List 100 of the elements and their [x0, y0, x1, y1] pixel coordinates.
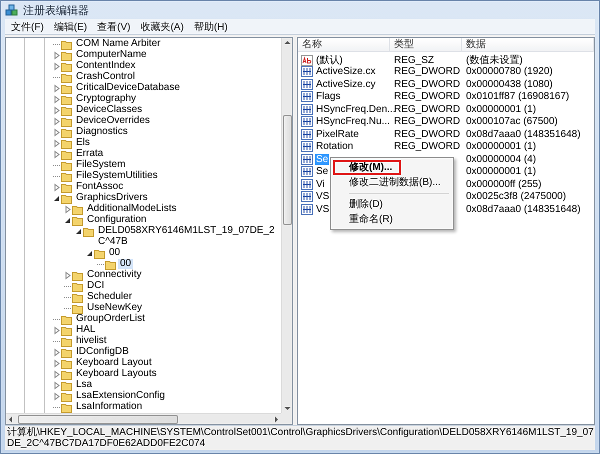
- folder-icon: [61, 51, 72, 61]
- folder-icon: [61, 95, 72, 105]
- tree-item[interactable]: Cryptography: [74, 94, 138, 105]
- tree-item[interactable]: 00: [107, 248, 122, 258]
- folder-icon: [72, 292, 83, 303]
- value-name[interactable]: VS: [315, 204, 330, 215]
- folder-icon: [61, 194, 72, 204]
- tree-item[interactable]: IDConfigDB: [74, 346, 131, 358]
- triangle-icon[interactable]: [63, 216, 72, 225]
- folder-icon: [61, 392, 72, 402]
- value-name[interactable]: Rotation: [315, 141, 354, 152]
- folder-icon: [61, 117, 72, 127]
- value-data: 0x00000004 (4): [465, 154, 538, 165]
- scroll-up-icon[interactable]: [282, 38, 292, 47]
- context-menu-item[interactable]: 修改(M)...: [333, 160, 401, 175]
- tree-item[interactable]: FileSystem: [74, 160, 128, 171]
- menu-item[interactable]: 收藏夹(A): [136, 20, 188, 34]
- folder-icon: [105, 260, 116, 270]
- value-name[interactable]: ActiveSize.cx: [315, 66, 376, 78]
- triangle-icon[interactable]: [85, 248, 94, 258]
- value-type: REG_DWORD: [393, 116, 462, 128]
- horizontal-scrollbar[interactable]: [6, 413, 281, 424]
- tree-item[interactable]: HAL: [74, 324, 98, 336]
- tree-item[interactable]: Els: [74, 138, 92, 149]
- value-name[interactable]: Flags: [315, 91, 342, 102]
- string-value-icon: [301, 54, 313, 66]
- tree-item[interactable]: UseNewKey: [85, 302, 144, 314]
- value-name[interactable]: PixelRate: [315, 128, 360, 140]
- window-title: 注册表编辑器: [23, 4, 89, 18]
- column-header[interactable]: 数据: [462, 38, 594, 51]
- folder-icon: [61, 380, 72, 391]
- tree-item[interactable]: CrashControl: [74, 72, 137, 83]
- scroll-down-icon[interactable]: [282, 404, 292, 413]
- value-name[interactable]: HSyncFreq.Nu...: [315, 116, 391, 128]
- tree-item[interactable]: 00: [118, 258, 134, 270]
- tree-item[interactable]: ComputerName: [74, 50, 149, 61]
- tree-item[interactable]: GraphicsDrivers: [74, 193, 150, 204]
- tree-item[interactable]: Diagnostics: [74, 127, 130, 138]
- value-type: REG_DWORD: [393, 91, 462, 102]
- context-menu-item[interactable]: 删除(D): [333, 197, 451, 212]
- column-header[interactable]: 名称: [298, 38, 390, 51]
- value-name[interactable]: Se: [315, 166, 330, 178]
- menu-item[interactable]: 查看(V): [93, 20, 134, 34]
- binary-value-icon: [301, 66, 313, 78]
- vertical-scrollbar[interactable]: [281, 38, 292, 413]
- value-name[interactable]: VS: [315, 191, 330, 202]
- tree-item[interactable]: COM Name Arbiter: [74, 39, 162, 50]
- value-data: 0x000000ff (255): [465, 178, 542, 190]
- scroll-thumb[interactable]: [282, 115, 292, 225]
- value-name[interactable]: Vi: [315, 178, 326, 190]
- binary-value-icon: [301, 128, 313, 140]
- tree-item[interactable]: FontAssoc: [74, 182, 126, 193]
- tree-item[interactable]: FileSystemUtilities: [74, 171, 160, 182]
- value-data: 0x0025c3f8 (2475000): [465, 191, 568, 202]
- column-header[interactable]: 类型: [390, 38, 462, 51]
- tree-item[interactable]: Scheduler: [85, 292, 134, 302]
- tree-item[interactable]: Lsa: [74, 380, 94, 390]
- folder-icon: [94, 248, 105, 259]
- tree-item[interactable]: Errata: [74, 149, 106, 160]
- value-name[interactable]: HSyncFreq.Den...: [315, 104, 396, 115]
- value-type: REG_DWORD: [393, 128, 462, 140]
- folder-icon: [61, 172, 72, 182]
- menu-item[interactable]: 编辑(E): [50, 20, 92, 34]
- tree-item[interactable]: Configuration: [85, 215, 148, 226]
- tree-item[interactable]: Keyboard Layout: [74, 358, 154, 368]
- value-name[interactable]: (默认): [315, 54, 344, 66]
- scroll-thumb[interactable]: [18, 414, 178, 424]
- tree-item[interactable]: DeviceOverrides: [74, 116, 152, 127]
- context-menu-item[interactable]: 修改二进制数据(B)...: [333, 175, 451, 190]
- tree-item[interactable]: hivelist: [74, 336, 109, 346]
- folder-icon: [72, 205, 83, 215]
- tree-item[interactable]: ContentIndex: [74, 61, 138, 72]
- value-data: 0x00000001 (1): [465, 104, 538, 115]
- value-name[interactable]: ActiveSize.cy: [315, 78, 376, 90]
- context-menu-item[interactable]: 重命名(R): [333, 212, 451, 227]
- folder-icon: [61, 106, 72, 116]
- tree-item[interactable]: DCI: [85, 280, 106, 292]
- tree-item[interactable]: CriticalDeviceDatabase: [74, 83, 182, 94]
- tree-item[interactable]: DELD058XRY6146M1LST_19_07DE_2C^47B: [96, 226, 281, 248]
- tree-item[interactable]: DeviceClasses: [74, 105, 144, 116]
- tree-item[interactable]: AdditionalModeLists: [85, 204, 178, 215]
- value-data: (数值未设置): [465, 54, 524, 67]
- registry-cubes-icon: [5, 4, 19, 16]
- folder-icon: [61, 139, 72, 149]
- tree-item[interactable]: Connectivity: [85, 270, 144, 280]
- binary-value-icon: [301, 154, 313, 165]
- triangle-icon[interactable]: [52, 194, 61, 203]
- binary-value-icon: [301, 78, 313, 90]
- folder-icon: [61, 314, 72, 325]
- tree-item[interactable]: Keyboard Layouts: [74, 368, 159, 380]
- status-path: 计算机\HKEY_LOCAL_MACHINE\SYSTEM\ControlSet001\Control\GraphicsDrivers\Configuration\DELD058XRY6146M1LST_19_07DE_2C^47BC7DA17DF0E62ADD0FE2C074: [6, 427, 595, 449]
- menu-item[interactable]: 文件(F): [7, 20, 48, 34]
- triangle-icon[interactable]: [74, 227, 83, 236]
- menu-item[interactable]: 帮助(H): [190, 20, 232, 34]
- tree-item[interactable]: LsaExtensionConfig: [74, 390, 167, 402]
- folder-icon: [61, 336, 72, 347]
- tree-item[interactable]: GroupOrderList: [74, 314, 147, 324]
- tree-item[interactable]: LsaInformation: [74, 402, 144, 412]
- value-type: REG_DWORD: [393, 141, 462, 152]
- binary-value-icon: [301, 104, 313, 115]
